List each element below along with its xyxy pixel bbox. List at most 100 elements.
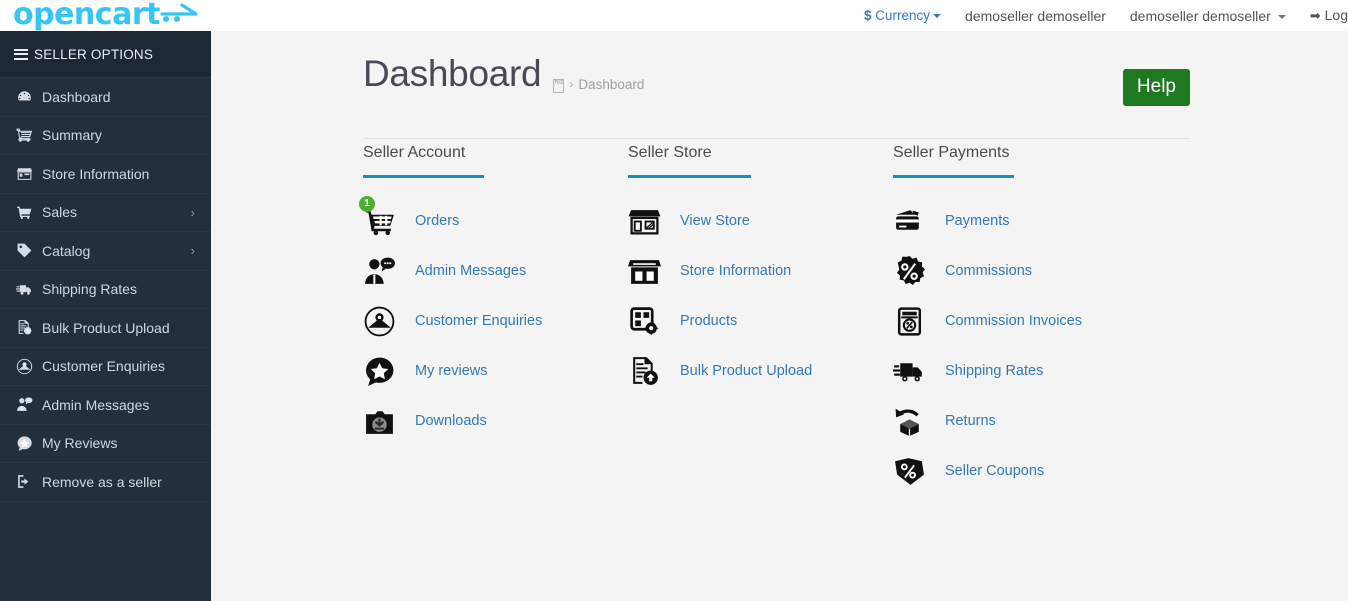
dashboard-link-commission-invoices[interactable]: Commission Invoices	[893, 296, 1158, 346]
logo-text: opencart	[13, 0, 160, 32]
envelope-circle-icon	[363, 305, 415, 338]
return-box-icon	[893, 405, 945, 438]
user-menu-dropdown[interactable]: demoseller demoseller	[1118, 8, 1298, 24]
dashboard-link-label: Bulk Product Upload	[680, 363, 812, 379]
help-button[interactable]: Help	[1123, 69, 1190, 106]
dashboard-link-admin-messages[interactable]: Admin Messages	[363, 246, 628, 296]
sidebar-item-my-reviews[interactable]: My Reviews	[0, 425, 211, 464]
sidebar-item-dashboard[interactable]: Dashboard	[0, 78, 211, 117]
column-heading: Seller Account	[363, 144, 628, 175]
dashboard-icon	[16, 88, 42, 105]
sidebar-item-label: Store Information	[42, 166, 149, 182]
products-gear-icon	[628, 305, 680, 338]
download-box-icon	[363, 405, 415, 438]
chevron-right-icon: ›	[191, 206, 195, 219]
breadcrumb: F015 › Dashboard	[553, 77, 644, 92]
notification-badge: 1	[359, 196, 375, 212]
sidebar-item-remove-as-a-seller[interactable]: Remove as a seller	[0, 463, 211, 502]
star-comment-icon	[363, 355, 415, 388]
sidebar-item-sales[interactable]: Sales›	[0, 194, 211, 233]
dashboard-link-orders[interactable]: 1Orders	[363, 196, 628, 246]
sidebar-heading-label: SELLER OPTIONS	[34, 47, 153, 62]
sidebar-item-summary[interactable]: Summary	[0, 117, 211, 156]
dashboard-link-customer-enquiries[interactable]: Customer Enquiries	[363, 296, 628, 346]
signout-icon	[16, 473, 42, 490]
sidebar-item-label: Catalog	[42, 243, 90, 259]
dashboard-link-label: Commissions	[945, 263, 1032, 279]
sidebar-item-bulk-product-upload[interactable]: Bulk Product Upload	[0, 309, 211, 348]
dashboard-link-products[interactable]: Products	[628, 296, 893, 346]
currency-dropdown[interactable]: $ Currency	[852, 8, 953, 23]
user-message-icon	[16, 396, 42, 413]
dashboard-link-store-information[interactable]: Store Information	[628, 246, 893, 296]
home-icon[interactable]: F015	[553, 79, 564, 93]
column-seller-payments: Seller PaymentsPaymentsCommissionsCommis…	[893, 144, 1158, 496]
dashboard-link-payments[interactable]: Payments	[893, 196, 1158, 246]
opencart-logo[interactable]: opencart	[13, 0, 204, 33]
sidebar: SELLER OPTIONS Dashboard Summary Store Inf…	[0, 31, 211, 601]
sidebar-item-label: Dashboard	[42, 89, 111, 105]
signout-icon: ➡	[1310, 8, 1321, 24]
breadcrumb-separator: ›	[569, 77, 573, 91]
dashboard-link-label: View Store	[680, 213, 750, 229]
sidebar-item-customer-enquiries[interactable]: Customer Enquiries	[0, 348, 211, 387]
account-name: demoseller demoseller	[953, 8, 1118, 24]
credit-cards-icon	[893, 205, 945, 238]
dashboard-link-label: Products	[680, 313, 737, 329]
truck-icon	[893, 355, 945, 388]
hamburger-icon	[14, 46, 28, 62]
dashboard-link-label: Downloads	[415, 413, 487, 429]
column-item-list: 1OrdersAdmin MessagesCustomer EnquiriesM…	[363, 196, 628, 446]
dashboard-link-label: Orders	[415, 213, 459, 229]
dashboard-link-seller-coupons[interactable]: Seller Coupons	[893, 446, 1158, 496]
column-accent-underline	[893, 175, 1014, 178]
sidebar-item-label: Shipping Rates	[42, 281, 137, 297]
main-content: Dashboard F015 › Dashboard Help Seller A…	[211, 31, 1348, 601]
breadcrumb-item-dashboard[interactable]: Dashboard	[578, 77, 644, 92]
atm-percent-icon	[893, 305, 945, 338]
cart-swoosh-icon	[160, 6, 204, 26]
top-right-controls: $ Currency demoseller demoseller demosel…	[852, 0, 1348, 31]
dashboard-columns: Seller Account 1OrdersAdmin MessagesCusto…	[363, 144, 1348, 496]
storefront-outline-icon	[628, 205, 680, 238]
dashboard-link-my-reviews[interactable]: My reviews	[363, 346, 628, 396]
percent-tag-icon	[893, 455, 945, 488]
logout-button[interactable]: ➡Log	[1298, 7, 1348, 24]
sidebar-heading[interactable]: SELLER OPTIONS	[0, 31, 211, 78]
tag-icon	[16, 242, 42, 259]
dashboard-link-shipping-rates[interactable]: Shipping Rates	[893, 346, 1158, 396]
sidebar-item-label: Admin Messages	[42, 397, 149, 413]
column-heading: Seller Store	[628, 144, 893, 175]
page-header: Dashboard F015 › Dashboard Help	[211, 31, 1348, 102]
dashboard-link-label: Seller Coupons	[945, 463, 1044, 479]
sidebar-item-label: Remove as a seller	[42, 474, 162, 490]
user-message-icon	[363, 255, 415, 288]
sidebar-item-store-information[interactable]: Store Information	[0, 155, 211, 194]
column-item-list: Payments Commissions Commission Invoices Sh…	[893, 196, 1158, 496]
dollar-icon: $	[864, 8, 872, 23]
sidebar-item-shipping-rates[interactable]: Shipping Rates	[0, 271, 211, 310]
sidebar-item-admin-messages[interactable]: Admin Messages	[0, 386, 211, 425]
dashboard-link-label: Returns	[945, 413, 996, 429]
sidebar-item-label: Summary	[42, 127, 102, 143]
storefront-solid-icon	[628, 255, 680, 288]
dashboard-link-bulk-product-upload[interactable]: Bulk Product Upload	[628, 346, 893, 396]
cart-icon	[16, 127, 42, 144]
dashboard-link-label: Payments	[945, 213, 1009, 229]
dashboard-link-label: Store Information	[680, 263, 791, 279]
chevron-right-icon: ›	[191, 244, 195, 257]
dashboard-link-label: Commission Invoices	[945, 313, 1082, 329]
truck-icon	[16, 281, 42, 298]
dashboard-link-downloads[interactable]: Downloads	[363, 396, 628, 446]
column-item-list: View Store Store Information Products Bulk …	[628, 196, 893, 396]
column-seller-account: Seller Account 1OrdersAdmin MessagesCusto…	[363, 144, 628, 496]
dashboard-link-view-store[interactable]: View Store	[628, 196, 893, 246]
percent-badge-icon	[893, 255, 945, 288]
sidebar-item-label: Bulk Product Upload	[42, 320, 170, 336]
dashboard-link-commissions[interactable]: Commissions	[893, 246, 1158, 296]
sidebar-item-catalog[interactable]: Catalog ›	[0, 232, 211, 271]
dashboard-link-returns[interactable]: Returns	[893, 396, 1158, 446]
store-icon	[16, 165, 42, 182]
star-comment-icon	[16, 435, 42, 452]
dashboard-link-label: Shipping Rates	[945, 363, 1043, 379]
